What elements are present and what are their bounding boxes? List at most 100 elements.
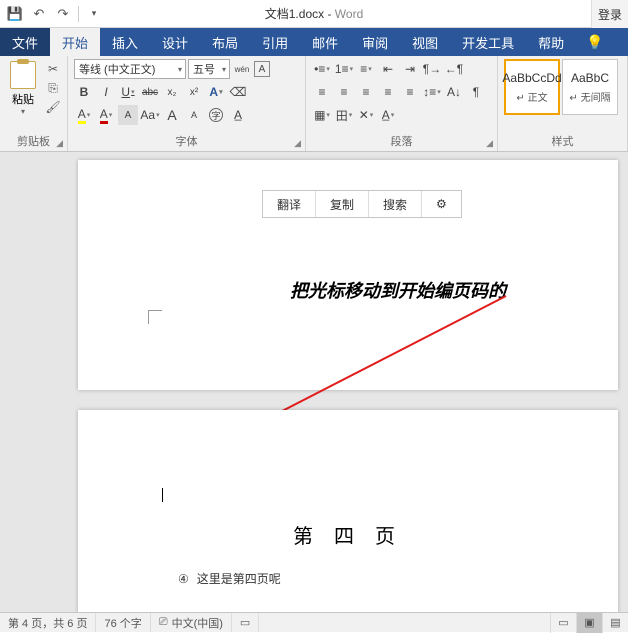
line-spacing-button[interactable]: ↕≡▾ [422,82,442,102]
group-styles: AaBbCcDd ↵ 正文 AaBbC ↵ 无间隔 样式 [498,56,628,151]
group-label-font: 字体 [176,136,198,148]
tab-insert[interactable]: 插入 [100,28,150,56]
character-border-button[interactable]: A [254,61,270,77]
sort-button[interactable]: A↓ [444,82,464,102]
text-highlight-button[interactable]: A▾ [74,105,94,125]
para-spacing-button[interactable]: A̲▾ [378,105,398,125]
font-fit-button[interactable]: A̲ [228,105,248,125]
copy-button[interactable]: 复制 [316,191,369,217]
tab-design[interactable]: 设计 [150,28,200,56]
cut-icon[interactable]: ✂ [44,61,62,77]
change-case-button[interactable]: Aa▾ [140,105,160,125]
ribbon: 粘贴 ▾ ✂ ⎘ 🖌 剪贴板 ◢ 等线 (中文正文) 五号 wén A B I [0,56,628,152]
undo-icon[interactable]: ↶ [28,3,50,25]
bullets-button[interactable]: •≡▾ [312,59,332,79]
crop-mark-icon [148,310,162,324]
view-buttons: ▭ ▣ ▤ [550,613,628,633]
ltr-button[interactable]: ¶→ [422,59,442,79]
character-shading-button[interactable]: A [118,105,138,125]
text-effects-button[interactable]: A▾ [206,82,226,102]
status-track-changes[interactable]: ▭ [232,613,259,632]
language-icon: ⎚ [159,616,168,629]
group-paragraph: •≡▾ 1≡▾ ≡▾ ⇤ ⇥ ¶→ ←¶ ≡ ≡ ≡ ≡ ≡ ↕≡▾ A↓ ¶ … [306,56,498,151]
align-left-button[interactable]: ≡ [312,82,332,102]
numbering-button[interactable]: 1≡▾ [334,59,354,79]
window-title: 文档1.docx - Word [265,5,363,22]
style-normal[interactable]: AaBbCcDd ↵ 正文 [504,59,560,115]
justify-button[interactable]: ≡ [378,82,398,102]
grow-font-button[interactable]: A [162,105,182,125]
font-color-button[interactable]: A▾ [96,105,116,125]
tell-me-icon[interactable]: 💡 [576,28,613,56]
asian-layout-button[interactable]: ✕▾ [356,105,376,125]
document-area[interactable]: 翻译 复制 搜索 ⚙ 把光标移动到开始编页码的 第 四 页 ④这里是第四页呢 [0,152,628,612]
copy-icon[interactable]: ⎘ [44,80,62,96]
style-no-spacing[interactable]: AaBbC ↵ 无间隔 [562,59,618,115]
group-font: 等线 (中文正文) 五号 wén A B I U▾ abc x₂ x² A▾ ⌫… [68,56,306,151]
view-web-icon[interactable]: ▤ [602,613,628,633]
clear-formatting-button[interactable]: ⌫ [228,82,248,102]
distributed-button[interactable]: ≡ [400,82,420,102]
paste-label: 粘贴 [12,91,34,107]
status-word-count[interactable]: 76 个字 [96,613,150,632]
shrink-font-button[interactable]: A [184,105,204,125]
show-marks-button[interactable]: ¶ [466,82,486,102]
decrease-indent-button[interactable]: ⇤ [378,59,398,79]
settings-button[interactable]: ⚙ [422,191,461,217]
tab-layout[interactable]: 布局 [200,28,250,56]
underline-button[interactable]: U▾ [118,82,138,102]
page-prev[interactable]: 翻译 复制 搜索 ⚙ [78,160,618,390]
page-current[interactable]: 第 四 页 ④这里是第四页呢 [78,410,618,612]
dialog-launcher-icon[interactable]: ◢ [294,138,301,149]
group-label-paragraph: 段落 [391,136,413,148]
text-cursor [162,488,163,502]
tab-help[interactable]: 帮助 [526,28,576,56]
redo-icon[interactable]: ↷ [52,3,74,25]
italic-button[interactable]: I [96,82,116,102]
search-button[interactable]: 搜索 [369,191,422,217]
borders-button[interactable]: 田▾ [334,105,354,125]
subscript-button[interactable]: x₂ [162,82,182,102]
paste-button[interactable]: 粘贴 ▾ [6,59,40,118]
tab-references[interactable]: 引用 [250,28,300,56]
increase-indent-button[interactable]: ⇥ [400,59,420,79]
save-icon[interactable]: 💾 [4,3,26,25]
title-bar: 💾 ↶ ↷ ▾ 文档1.docx - Word 登录 [0,0,628,28]
enclose-characters-button[interactable]: 字 [206,105,226,125]
view-read-icon[interactable]: ▭ [550,613,576,633]
bold-button[interactable]: B [74,82,94,102]
clipboard-icon [10,61,36,89]
dialog-launcher-icon[interactable]: ◢ [486,138,493,149]
tab-view[interactable]: 视图 [400,28,450,56]
tab-mail[interactable]: 邮件 [300,28,350,56]
group-label-clipboard: 剪贴板 [17,136,50,148]
qat-customize-icon[interactable]: ▾ [83,3,105,25]
dialog-launcher-icon[interactable]: ◢ [56,138,63,149]
ribbon-tabs: 文件 开始 插入 设计 布局 引用 邮件 审阅 视图 开发工具 帮助 💡 [0,28,628,56]
shading-button[interactable]: ▦▾ [312,105,332,125]
status-language[interactable]: ⎚ 中文(中国) [151,613,232,632]
font-size-combo[interactable]: 五号 [188,59,230,79]
annotation-text: 把光标移动到开始编页码的 [290,277,506,303]
tab-home[interactable]: 开始 [50,28,100,56]
group-label-styles: 样式 [552,136,574,148]
status-page[interactable]: 第 4 页，共 6 页 [0,613,96,632]
multilevel-list-button[interactable]: ≡▾ [356,59,376,79]
page-heading: 第 四 页 [78,520,618,549]
strikethrough-button[interactable]: abc [140,82,160,102]
tab-developer[interactable]: 开发工具 [450,28,526,56]
login-button[interactable]: 登录 [591,0,628,28]
view-print-icon[interactable]: ▣ [576,613,602,633]
tab-file[interactable]: 文件 [0,28,50,56]
phonetic-guide-button[interactable]: wén [232,59,252,79]
tab-review[interactable]: 审阅 [350,28,400,56]
rtl-button[interactable]: ←¶ [444,59,464,79]
format-painter-icon[interactable]: 🖌 [44,99,62,115]
align-right-button[interactable]: ≡ [356,82,376,102]
quick-access-toolbar: 💾 ↶ ↷ ▾ [0,3,109,25]
superscript-button[interactable]: x² [184,82,204,102]
align-center-button[interactable]: ≡ [334,82,354,102]
font-name-combo[interactable]: 等线 (中文正文) [74,59,186,79]
translate-button[interactable]: 翻译 [263,191,316,217]
mini-toolbar: 翻译 复制 搜索 ⚙ [262,190,462,218]
